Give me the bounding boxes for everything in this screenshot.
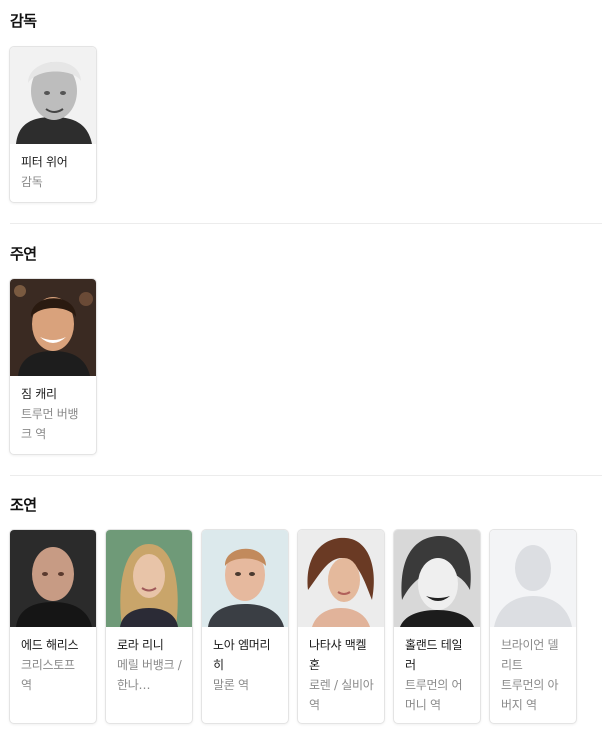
person-photo	[298, 530, 384, 627]
person-photo	[10, 530, 96, 627]
person-card[interactable]: 노아 엠머리히 말론 역	[201, 529, 289, 724]
person-card[interactable]: 짐 캐리 트루먼 버뱅크 역	[9, 278, 97, 455]
person-name[interactable]: 에드 해리스	[21, 635, 87, 655]
person-name[interactable]: 노아 엠머리히	[213, 635, 279, 675]
person-card[interactable]: 로라 리니 메릴 버뱅크 / 한나…	[105, 529, 193, 724]
person-card[interactable]: 피터 위어 감독	[9, 46, 97, 203]
person-role: 트루먼의 어머니 역	[405, 678, 463, 712]
person-photo	[394, 530, 480, 627]
person-name[interactable]: 브라이언 델리트	[501, 635, 567, 675]
person-role: 메릴 버뱅크 / 한나…	[117, 658, 182, 692]
director-heading: 감독	[10, 12, 37, 30]
person-name[interactable]: 나타샤 맥켈혼	[309, 635, 375, 675]
person-photo	[106, 530, 192, 627]
default-person-icon	[490, 530, 576, 627]
person-photo	[202, 530, 288, 627]
section-divider	[10, 223, 602, 224]
person-name[interactable]: 짐 캐리	[21, 384, 87, 404]
person-card[interactable]: 브라이언 델리트 트루먼의 아버지 역	[489, 529, 577, 724]
person-card[interactable]: 에드 해리스 크리스토프 역	[9, 529, 97, 724]
person-role: 로렌 / 실비아 역	[309, 678, 374, 712]
person-photo	[490, 530, 576, 627]
person-name[interactable]: 피터 위어	[21, 152, 87, 172]
section-divider	[10, 475, 602, 476]
person-role: 트루먼의 아버지 역	[501, 678, 559, 712]
person-name[interactable]: 로라 리니	[117, 635, 183, 655]
person-photo	[10, 279, 96, 376]
person-role: 크리스토프 역	[21, 658, 75, 692]
supporting-heading: 조연	[10, 496, 37, 514]
person-photo	[10, 47, 96, 144]
lead-heading: 주연	[10, 245, 37, 263]
person-name[interactable]: 홀랜드 테일러	[405, 635, 471, 675]
person-role: 감독	[21, 175, 43, 189]
person-role: 말론 역	[213, 678, 249, 692]
person-card[interactable]: 홀랜드 테일러 트루먼의 어머니 역	[393, 529, 481, 724]
person-card[interactable]: 나타샤 맥켈혼 로렌 / 실비아 역	[297, 529, 385, 724]
person-role: 트루먼 버뱅크 역	[21, 407, 79, 441]
